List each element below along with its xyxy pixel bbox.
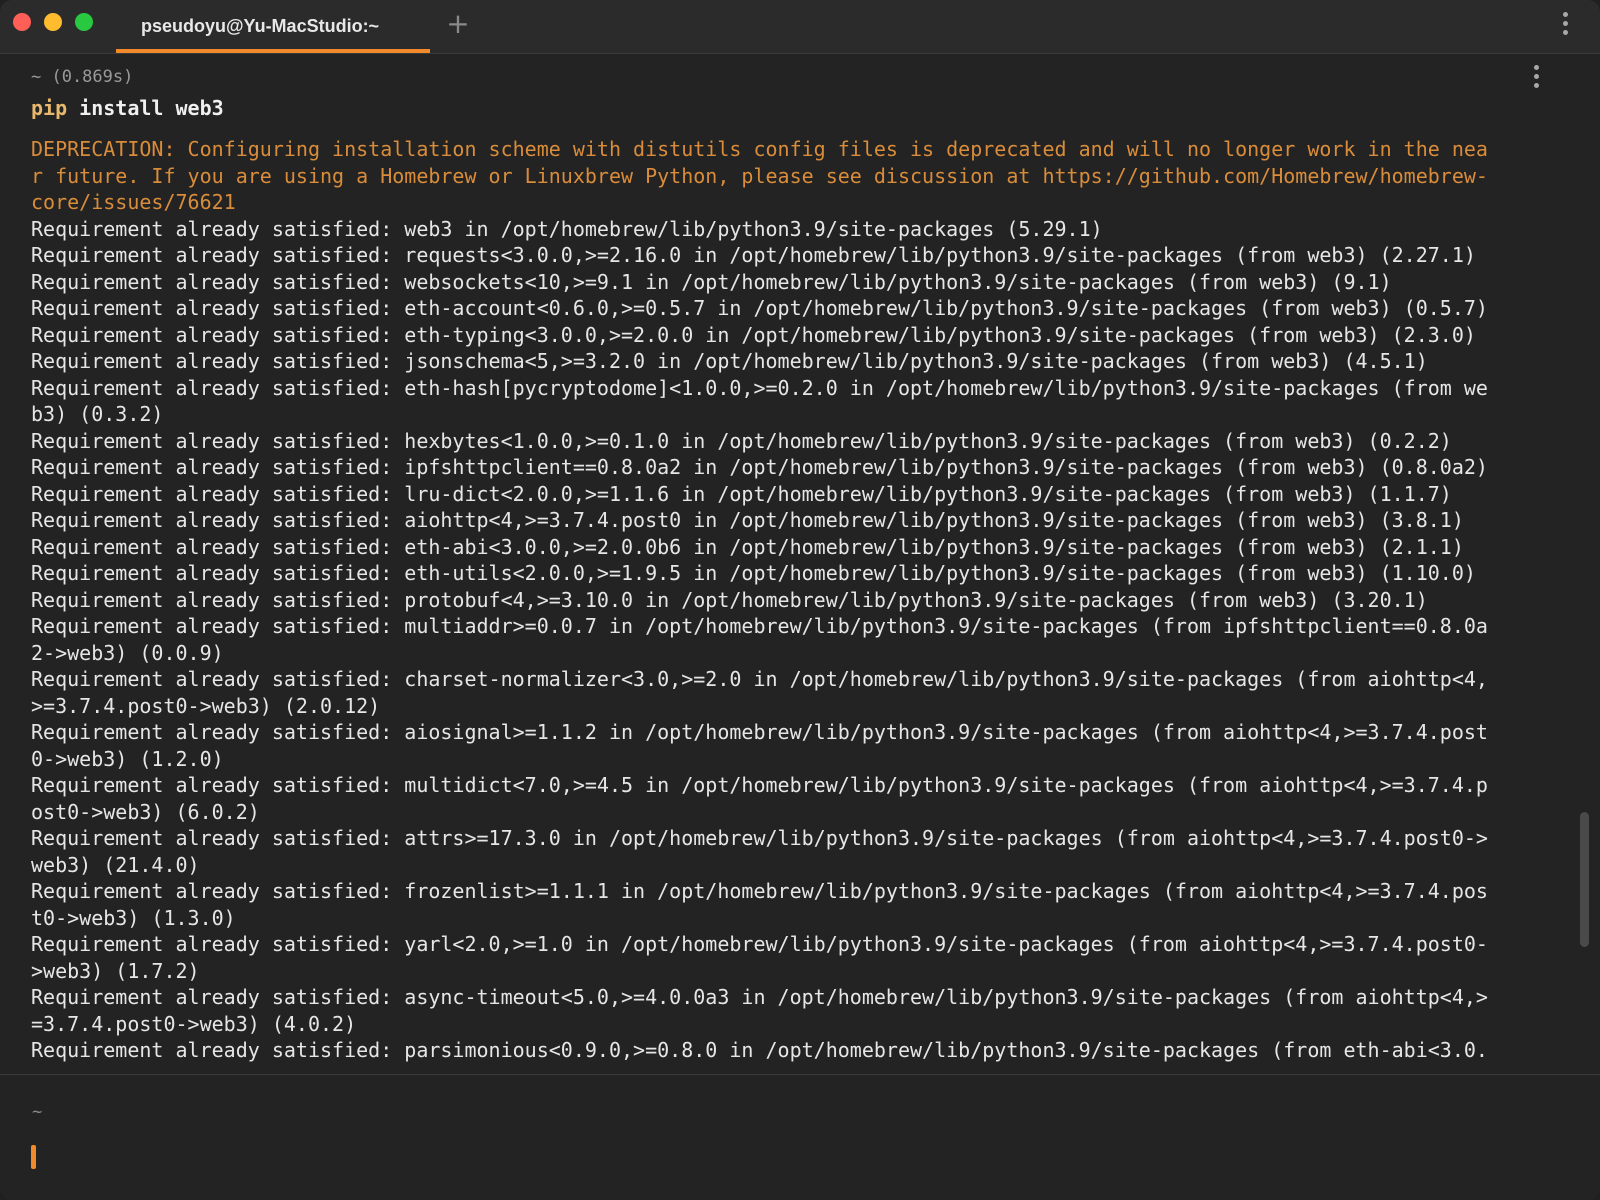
output-line: web3) (21.4.0) (31, 852, 200, 877)
output-line: Requirement already satisfied: multidict… (31, 773, 1488, 797)
output-line: Requirement already satisfied: parsimoni… (31, 1038, 1488, 1062)
command-name: pip (31, 96, 68, 120)
close-window-button[interactable] (13, 13, 31, 31)
new-tab-button[interactable]: + (444, 10, 472, 38)
zoom-window-button[interactable] (75, 13, 93, 31)
output-line: =3.7.4.post0->web3) (4.0.2) (31, 1011, 357, 1036)
scrollbar-thumb[interactable] (1580, 812, 1589, 947)
output-line: Requirement already satisfied: eth-accou… (31, 296, 1488, 320)
output-line: Requirement already satisfied: async-tim… (31, 985, 1488, 1009)
command-args: install web3 (67, 96, 224, 120)
output-line: Requirement already satisfied: multiaddr… (31, 614, 1488, 638)
tab-terminal[interactable]: pseudoyu@Yu-MacStudio:~ (116, 0, 430, 53)
output-line: Requirement already satisfied: requests<… (31, 243, 1476, 267)
block-menu-kebab-icon[interactable] (1532, 65, 1540, 95)
deprecation-line: DEPRECATION: Configuring installation sc… (31, 137, 1488, 161)
output-line: Requirement already satisfied: eth-utils… (31, 561, 1476, 585)
text-cursor[interactable] (31, 1145, 36, 1169)
output-line: Requirement already satisfied: hexbytes<… (31, 428, 1452, 453)
output-line: t0->web3) (1.3.0) (31, 905, 236, 930)
output-line: Requirement already satisfied: frozenlis… (31, 879, 1488, 903)
output-line: Requirement already satisfied: ipfshttpc… (31, 455, 1488, 479)
output-line: >web3) (1.7.2) (31, 958, 200, 983)
output-line: Requirement already satisfied: yarl<2.0,… (31, 932, 1488, 956)
command-text: pip install web3 (31, 96, 224, 120)
active-tab-indicator (116, 49, 430, 53)
output-line: 2->web3) (0.0.9) (31, 640, 224, 665)
input-directory: ~ (32, 1102, 43, 1122)
output-line: Requirement already satisfied: eth-abi<3… (31, 534, 1464, 559)
input-area[interactable] (0, 1075, 1600, 1200)
output-line: ost0->web3) (6.0.2) (31, 799, 260, 824)
terminal-window: pseudoyu@Yu-MacStudio:~ + ~ (0.869s) pip… (0, 0, 1600, 1200)
minimize-window-button[interactable] (44, 13, 62, 31)
output-line: Requirement already satisfied: aiosignal… (31, 720, 1488, 744)
output-line: Requirement already satisfied: web3 in /… (31, 216, 1103, 241)
deprecation-line: core/issues/76621 (31, 190, 236, 214)
output-line: Requirement already satisfied: lru-dict<… (31, 481, 1452, 506)
output-line: 0->web3) (1.2.0) (31, 746, 224, 771)
output-line: Requirement already satisfied: attrs>=17… (31, 826, 1488, 850)
title-bar: pseudoyu@Yu-MacStudio:~ + (0, 0, 1600, 54)
deprecation-line: r future. If you are using a Homebrew or… (31, 163, 1488, 188)
output-line: Requirement already satisfied: jsonschem… (31, 349, 1428, 373)
window-menu-kebab-icon[interactable] (1561, 12, 1569, 42)
output-line: Requirement already satisfied: websocket… (31, 269, 1392, 294)
prompt-meta: ~ (0.869s) (31, 67, 134, 87)
output-line: Requirement already satisfied: protobuf<… (31, 587, 1428, 612)
output-line: Requirement already satisfied: aiohttp<4… (31, 508, 1464, 532)
output-line: Requirement already satisfied: eth-typin… (31, 322, 1476, 347)
tab-title: pseudoyu@Yu-MacStudio:~ (141, 16, 380, 36)
output-line: Requirement already satisfied: charset-n… (31, 667, 1488, 691)
output-line: Requirement already satisfied: eth-hash[… (31, 375, 1488, 400)
command-output: DEPRECATION: Configuring installation sc… (31, 136, 1551, 1064)
output-line: b3) (0.3.2) (31, 402, 164, 426)
output-line: >=3.7.4.post0->web3) (2.0.12) (31, 693, 381, 718)
